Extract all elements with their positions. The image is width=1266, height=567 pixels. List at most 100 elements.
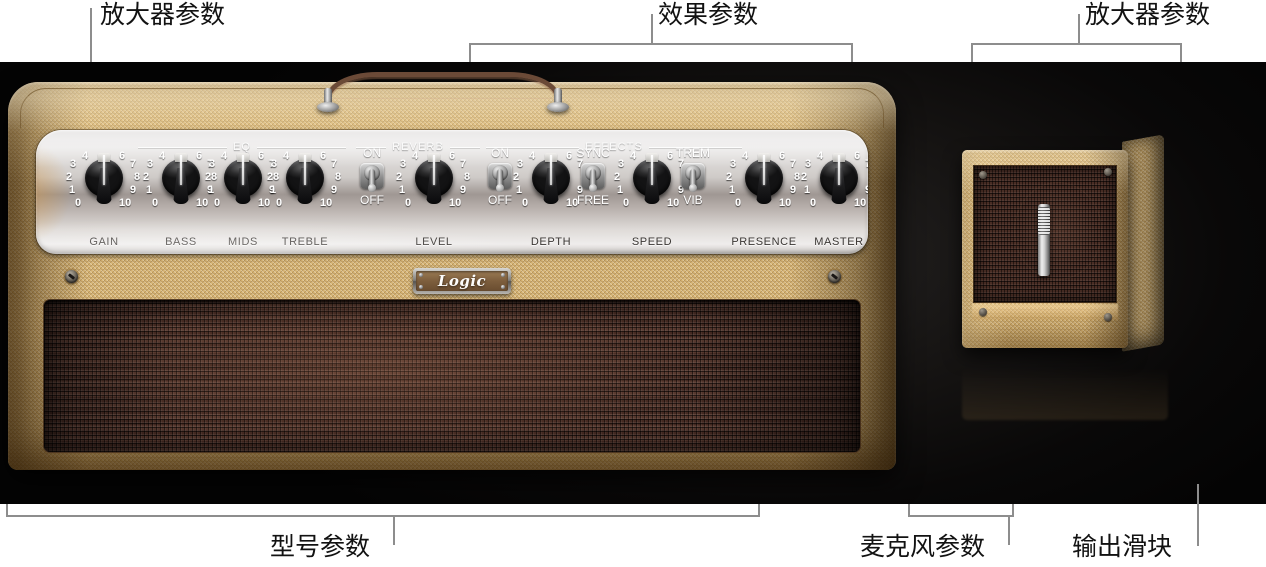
knob-dial[interactable] (162, 153, 200, 204)
scale-tick: 4 (412, 150, 419, 162)
knob-dial[interactable] (224, 153, 262, 204)
annotation-top-center-bracket-right (851, 43, 853, 62)
toggle-label-trem: TREM (676, 146, 710, 160)
scale-tick: 3 (70, 158, 77, 170)
annotation-top-right-bracket (971, 43, 1182, 45)
scale-tick: 6 (196, 150, 203, 162)
knob-dial[interactable] (286, 153, 324, 204)
annotation-top-right-bracket-right (1180, 43, 1182, 62)
knob-dial[interactable] (85, 153, 123, 204)
toggle-trem-vib[interactable]: TREM VIB (667, 146, 719, 222)
scale-tick: 1 (208, 184, 215, 196)
knob-dial[interactable] (532, 153, 570, 204)
speaker-cabinet[interactable] (962, 134, 1168, 420)
amp-handle (308, 72, 578, 112)
annotation-top-right-label: 放大器参数 (1085, 0, 1211, 29)
knob-master[interactable]: 0 1 2 3 4 6 7 8 9 10 (801, 148, 868, 249)
scale-tick: 0 (522, 197, 529, 209)
scale-tick: 2 (143, 171, 150, 183)
amp-head-grille (44, 300, 860, 452)
scale-tick: 1 (804, 184, 811, 196)
knob-dial[interactable] (633, 153, 671, 204)
scale-tick: 4 (221, 150, 228, 162)
face-screw-left (65, 270, 78, 283)
scale-tick: 1 (617, 184, 624, 196)
scale-tick: 3 (271, 158, 278, 170)
annotation-bottom-right-label: 输出滑块 (1072, 532, 1173, 561)
scale-tick: 10 (449, 197, 462, 209)
annotation-top-center-stem (651, 14, 653, 44)
scale-tick: 0 (735, 197, 742, 209)
knob-depth-label: DEPTH (530, 236, 572, 248)
scale-tick: 1 (399, 184, 406, 196)
knob-pointer (242, 155, 244, 185)
knob-master-label: MASTER (814, 236, 864, 248)
scale-tick: 10 (854, 197, 867, 209)
toggle-lever[interactable] (496, 169, 504, 192)
knob-presence[interactable]: 0 1 2 3 4 6 7 8 9 10 PRESENCE (726, 148, 802, 249)
annotation-top-right-bracket-left (971, 43, 973, 62)
annotation-bottom-left-stem (393, 515, 395, 545)
toggle-lever[interactable] (368, 169, 376, 192)
scale-tick: 1 (516, 184, 523, 196)
knob-pointer (433, 155, 435, 185)
badge-screw-tl (419, 273, 423, 277)
toggle-reverb-power[interactable]: ON OFF (346, 146, 398, 222)
cabinet-screw-br (1104, 313, 1112, 321)
scale-tick: 0 (405, 197, 412, 209)
scale-tick: 8 (134, 171, 141, 183)
annotation-bottom-center-bracket-left (908, 504, 910, 516)
knob-pointer (103, 155, 105, 185)
scale-tick: 10 (119, 197, 132, 209)
cabinet-screw-tl (979, 171, 987, 179)
grille-shading (44, 300, 860, 452)
handle-mount-left (317, 88, 339, 114)
toggle-lever[interactable] (689, 169, 697, 192)
amp-logo-text: Logic (437, 272, 487, 290)
toggle-lever[interactable] (589, 169, 597, 192)
scale-tick: 4 (159, 150, 166, 162)
scale-tick: 4 (630, 150, 637, 162)
cabinet-screw-tr (1104, 168, 1112, 176)
annotation-bottom-right-stem (1197, 484, 1199, 546)
knob-treble[interactable]: 0 1 2 3 4 6 7 8 9 10 TREBLE (267, 148, 343, 249)
annotation-bottom-center-bracket (908, 515, 1014, 517)
handle-base-right (547, 102, 569, 112)
scale-tick: 6 (119, 150, 126, 162)
scale-tick: 6 (449, 150, 456, 162)
microphone[interactable] (1038, 204, 1050, 276)
knob-dial[interactable] (745, 153, 783, 204)
scale-tick: 8 (335, 171, 342, 183)
scale-tick: 1 (270, 184, 277, 196)
knob-dial[interactable] (415, 153, 453, 204)
knob-level[interactable]: 0 1 2 3 4 6 7 8 9 10 LEVEL (396, 148, 472, 249)
annotation-top-center-label: 效果参数 (658, 0, 759, 29)
scale-tick: 2 (267, 171, 274, 183)
knob-dial[interactable] (820, 153, 858, 204)
knob-gain[interactable]: 0 1 2 3 4 6 7 8 9 10 GAIN (66, 148, 142, 249)
scale-tick: 9 (865, 185, 868, 196)
scale-tick: 0 (276, 197, 283, 209)
scale-tick: 4 (529, 150, 536, 162)
cabinet-side-panel (1122, 134, 1164, 352)
badge-screw-bl (419, 285, 423, 289)
annotation-bottom-left-bracket-right (758, 504, 760, 516)
scale-tick: 7 (331, 158, 338, 170)
annotation-top-right-stem (1078, 14, 1080, 44)
scale-tick: 2 (66, 171, 73, 183)
scale-tick: 0 (214, 197, 221, 209)
cabinet-screw-bl (979, 308, 987, 316)
handle-strap (326, 72, 560, 98)
annotation-bottom-left-bracket-left (6, 504, 8, 516)
annotation-bottom-left-label: 型号参数 (270, 532, 371, 561)
scale-tick: 2 (396, 171, 403, 183)
cabinet-reflection (962, 350, 1168, 420)
toggle-sync-free[interactable]: SYNC FREE (567, 146, 619, 222)
scale-tick: 3 (618, 158, 625, 170)
scale-tick: 4 (82, 150, 89, 162)
annotation-top-center-bracket (469, 43, 853, 45)
scale-tick: 4 (742, 150, 749, 162)
scale-tick: 9 (331, 184, 338, 196)
scale-tick: 9 (460, 184, 467, 196)
scale-tick: 3 (400, 158, 407, 170)
